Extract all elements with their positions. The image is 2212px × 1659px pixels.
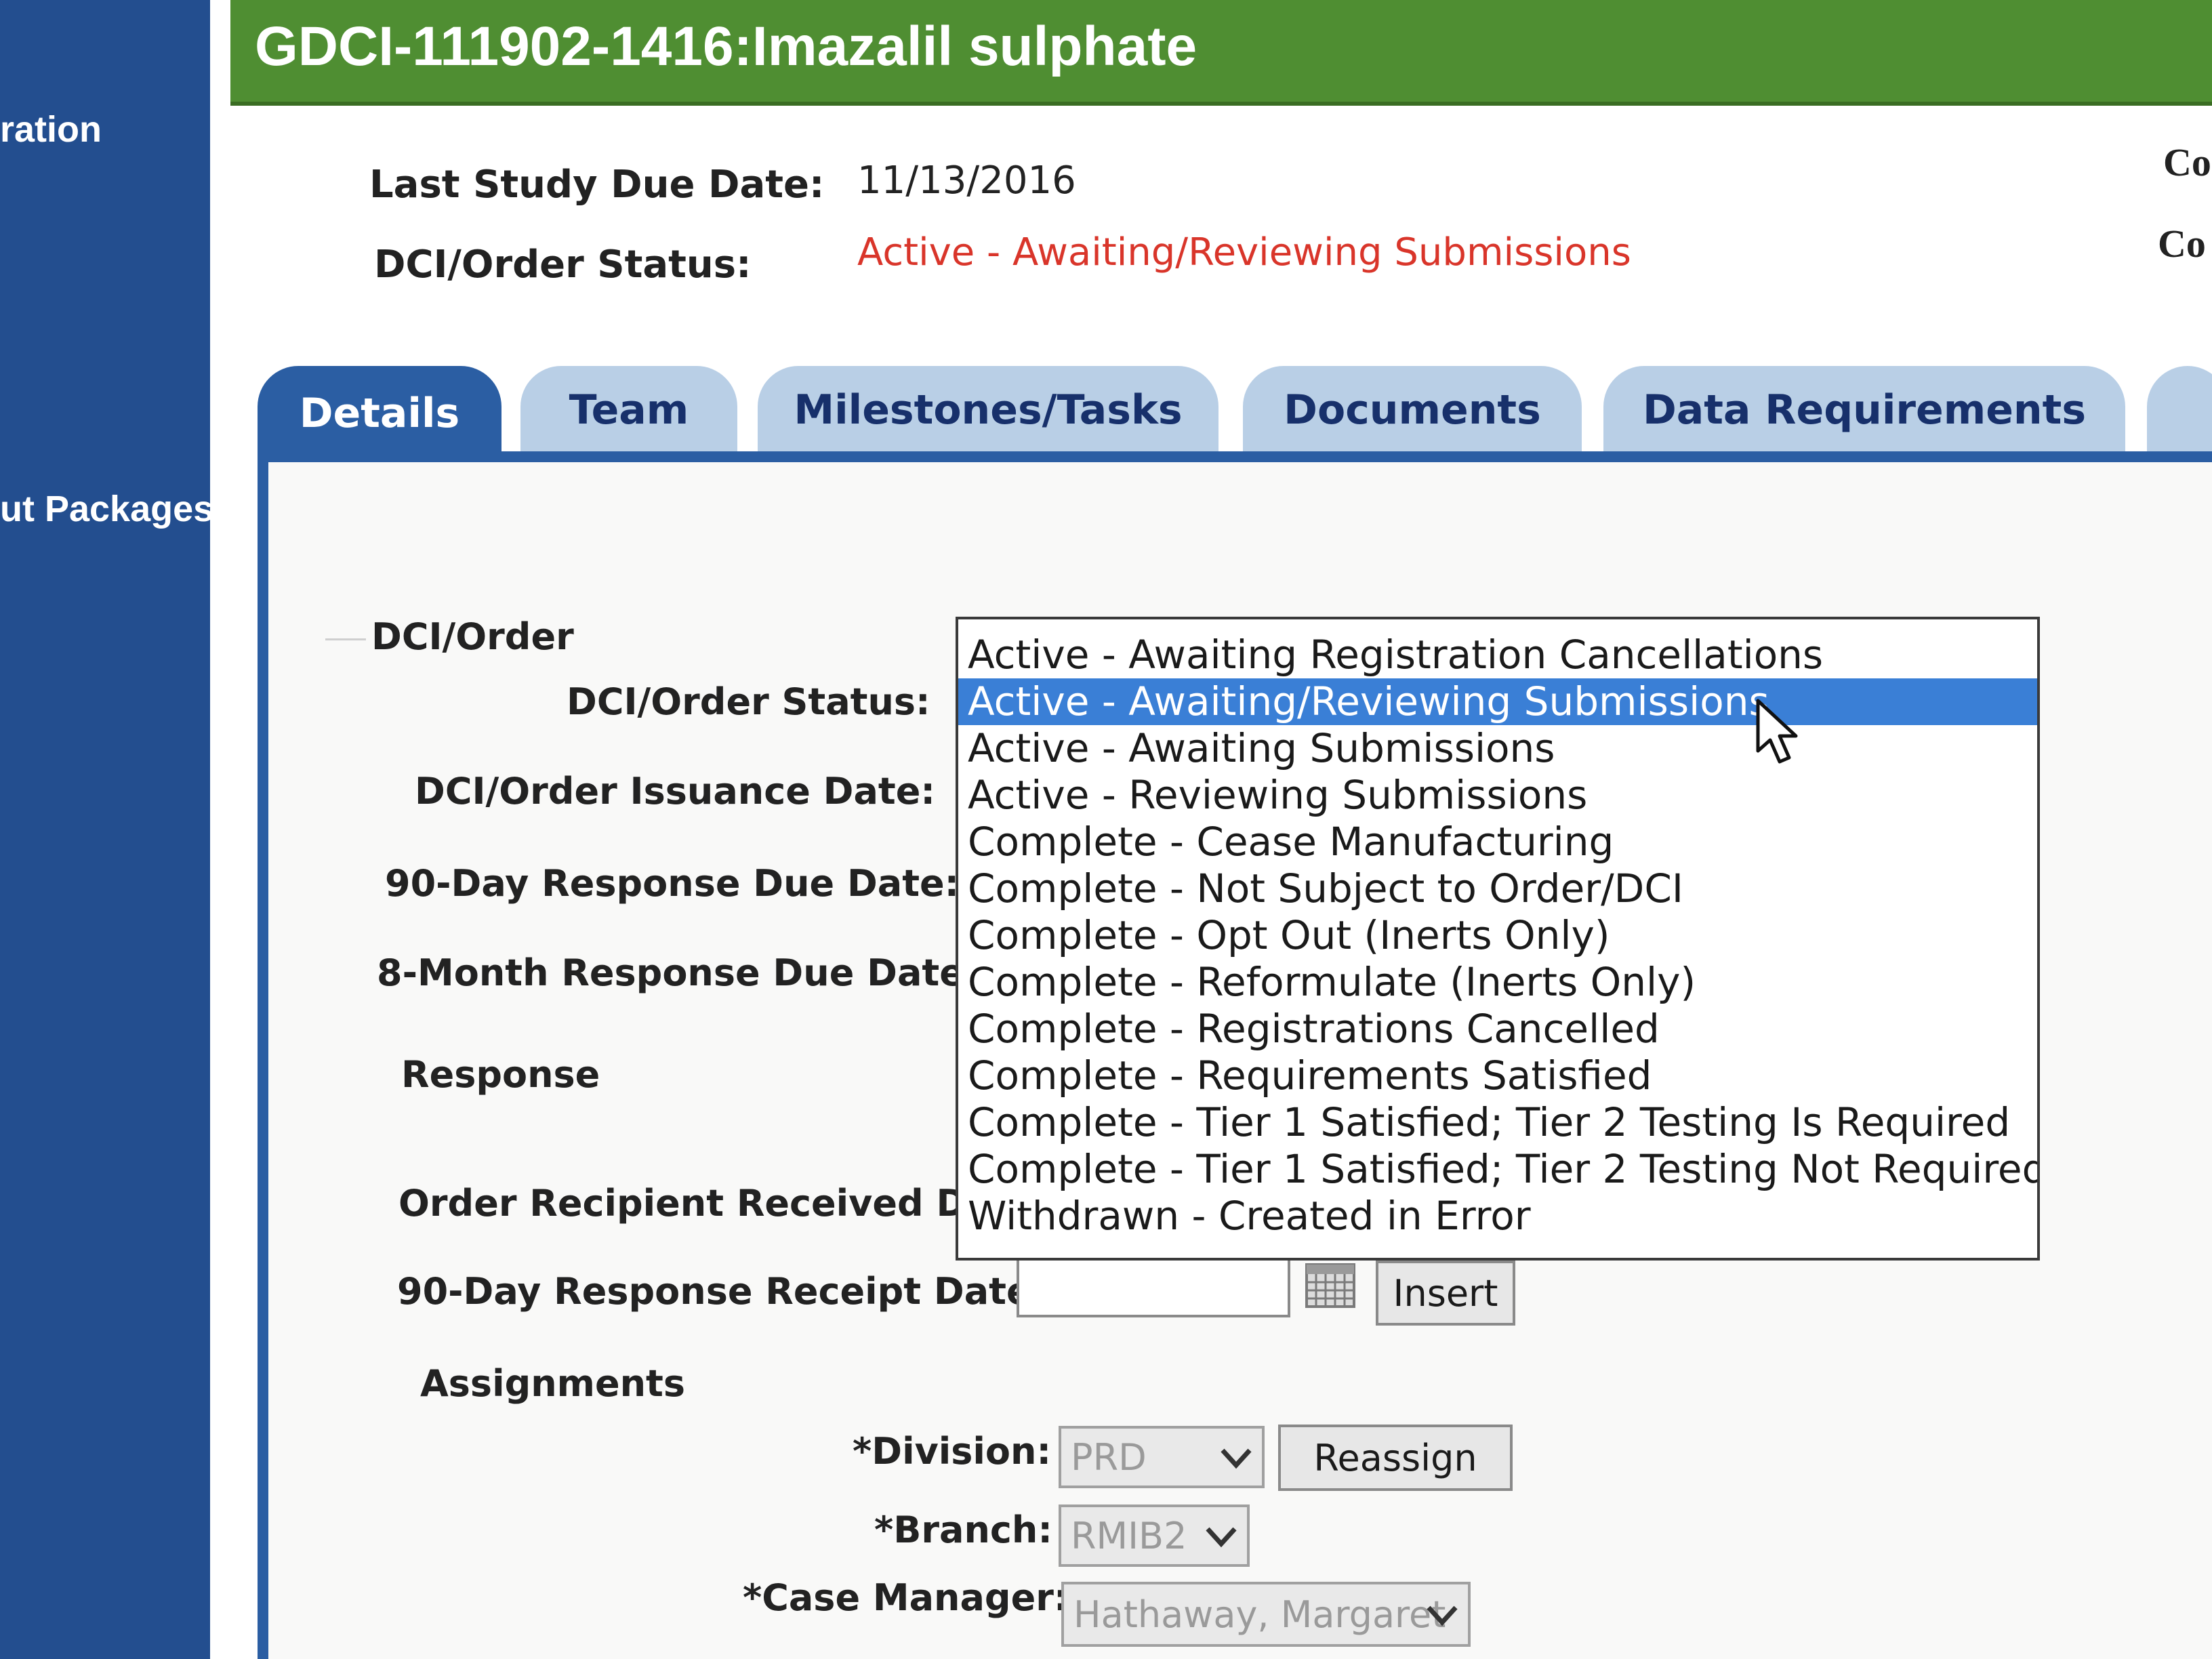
dci-status-dropdown-list[interactable]: Active - Awaiting Registration Cancellat… (956, 617, 2040, 1261)
title-bar: GDCI-111902-1416:Imazalil sulphate (230, 0, 2212, 106)
branch-value: RMIB2 (1071, 1514, 1187, 1557)
division-value: PRD (1071, 1435, 1147, 1479)
right-edge-label: Co (2158, 222, 2206, 266)
dropdown-option[interactable]: Complete - Requirements Satisfied (958, 1052, 2037, 1099)
last-study-due-value: 11/13/2016 (857, 159, 1076, 203)
sidebar-item-packages[interactable]: ut Packages (0, 488, 213, 530)
dci-status-label: DCI/Order Status: (374, 243, 752, 287)
dropdown-option[interactable]: Complete - Opt Out (Inerts Only) (958, 912, 2037, 959)
reassign-button[interactable]: Reassign (1278, 1425, 1513, 1491)
last-study-due-label: Last Study Due Date: (369, 163, 825, 207)
tab-underline (258, 451, 2212, 462)
receipt-90-day-input[interactable] (1017, 1256, 1290, 1317)
section-dci-order: DCI/Order (371, 615, 574, 658)
sidebar-item-registration[interactable]: ration (0, 108, 102, 150)
issuance-date-label: DCI/Order Issuance Date: (415, 770, 935, 813)
chevron-down-icon (1422, 1594, 1462, 1635)
section-response: Response (401, 1053, 600, 1096)
tab-team[interactable]: Team (520, 366, 737, 454)
tab-details[interactable]: Details (258, 366, 501, 461)
dci-status-value: Active - Awaiting/Reviewing Submissions (857, 230, 1631, 274)
dropdown-option[interactable]: Complete - Reformulate (Inerts Only) (958, 959, 2037, 1006)
case-manager-value: Hathaway, Margaret (1073, 1593, 1446, 1636)
mouse-pointer-icon (1755, 698, 1803, 769)
dropdown-option[interactable]: Active - Reviewing Submissions (958, 772, 2037, 819)
dropdown-option[interactable]: Complete - Not Subject to Order/DCI (958, 865, 2037, 912)
left-navigation-sidebar: ration ut Packages (0, 0, 213, 1659)
branch-select[interactable]: RMIB2 (1059, 1504, 1250, 1567)
due-8-month-label: 8-Month Response Due Date: (377, 951, 979, 994)
insert-button[interactable]: Insert (1376, 1261, 1515, 1326)
dropdown-option[interactable]: Active - Awaiting/Reviewing Submissions (958, 678, 2037, 725)
tab-data-requirements[interactable]: Data Requirements (1603, 366, 2125, 454)
chevron-down-icon (1201, 1515, 1242, 1556)
division-label: *Division: (853, 1430, 1052, 1473)
right-edge-label: Co (2163, 140, 2211, 184)
tab-milestones-tasks[interactable]: Milestones/Tasks (758, 366, 1218, 454)
dropdown-option[interactable]: Active - Awaiting Registration Cancellat… (958, 632, 2037, 678)
due-90-day-label: 90-Day Response Due Date: (385, 862, 960, 905)
dropdown-option[interactable]: Complete - Tier 1 Satisfied; Tier 2 Test… (958, 1099, 2037, 1146)
page-title: GDCI-111902-1416:Imazalil sulphate (255, 16, 1197, 77)
chevron-down-icon (1216, 1437, 1256, 1477)
dropdown-option[interactable]: Withdrawn - Created in Error (958, 1193, 2037, 1240)
case-manager-label: *Case Manager: (743, 1576, 1069, 1619)
branch-label: *Branch: (874, 1509, 1052, 1551)
section-assignments: Assignments (420, 1362, 685, 1405)
dropdown-option[interactable]: Complete - Cease Manufacturing (958, 819, 2037, 865)
tab-next[interactable] (2147, 366, 2212, 454)
calendar-icon[interactable] (1305, 1263, 1355, 1308)
dropdown-option[interactable]: Complete - Tier 1 Satisfied; Tier 2 Test… (958, 1146, 2037, 1193)
recipient-received-date-label: Order Recipient Received Dat (398, 1182, 1009, 1225)
receipt-90-day-label: 90-Day Response Receipt Date: (397, 1270, 1046, 1313)
case-manager-select[interactable]: Hathaway, Margaret (1061, 1582, 1471, 1647)
division-select[interactable]: PRD (1059, 1426, 1265, 1488)
dropdown-option[interactable]: Complete - Registrations Cancelled (958, 1006, 2037, 1052)
dci-order-status-label: DCI/Order Status: (567, 680, 930, 723)
fieldset-border (325, 638, 366, 640)
dropdown-option[interactable]: Active - Awaiting Submissions (958, 725, 2037, 772)
tab-documents[interactable]: Documents (1243, 366, 1582, 454)
